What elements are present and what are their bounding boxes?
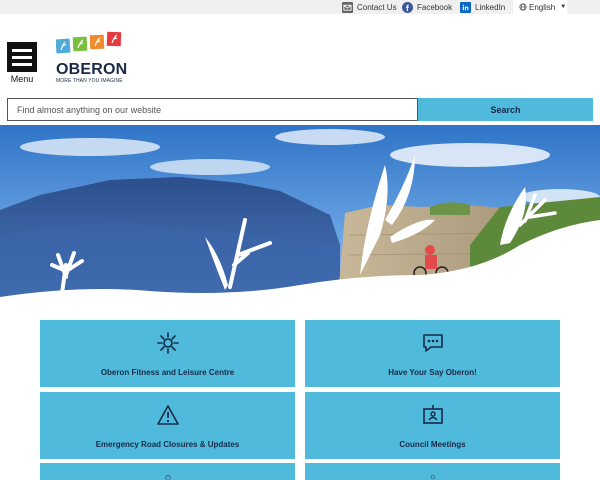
- tile-road-closures[interactable]: Emergency Road Closures & Updates: [40, 392, 295, 459]
- contact-us-label: Contact Us: [357, 2, 397, 12]
- warning-triangle-icon: [156, 405, 179, 425]
- search-button[interactable]: Search: [418, 98, 593, 121]
- circle-icon: [430, 474, 435, 480]
- logo-name: OBERON: [56, 61, 128, 78]
- envelope-icon: [342, 1, 353, 13]
- chevron-down-icon: ▼: [560, 4, 567, 10]
- linkedin-icon: [460, 1, 471, 13]
- tile-fitness-centre[interactable]: Oberon Fitness and Leisure Centre: [40, 320, 295, 387]
- utility-bar: [0, 0, 600, 14]
- tile-council-meetings[interactable]: Council Meetings: [305, 392, 560, 459]
- speech-bubble-icon: [422, 334, 443, 352]
- meeting-presenter-icon: [422, 405, 443, 424]
- tile-partial-left[interactable]: [40, 463, 295, 480]
- menu-button[interactable]: Menu: [7, 42, 37, 84]
- hero-landscape-image: [0, 125, 600, 310]
- tile-label: Oberon Fitness and Leisure Centre: [100, 368, 235, 377]
- language-selector[interactable]: English ▼: [513, 0, 567, 14]
- tile-have-your-say[interactable]: Have Your Say Oberon!: [305, 320, 560, 387]
- tile-label: Have Your Say Oberon!: [388, 368, 477, 377]
- tile-partial-right[interactable]: [305, 463, 560, 480]
- facebook-icon: [402, 1, 413, 13]
- linkedin-label: LinkedIn: [475, 2, 506, 12]
- hero-banner: [0, 125, 600, 310]
- facebook-link[interactable]: Facebook: [402, 1, 452, 13]
- fitness-sun-icon: [156, 332, 179, 354]
- briefcase-icon: [165, 475, 170, 480]
- logo-mark-icon: [56, 31, 122, 54]
- tile-label: Emergency Road Closures & Updates: [95, 440, 240, 449]
- linkedin-link[interactable]: LinkedIn: [460, 1, 505, 13]
- globe-icon: [519, 3, 527, 11]
- search-input[interactable]: [7, 98, 418, 121]
- tile-label: Council Meetings: [399, 440, 466, 449]
- facebook-label: Facebook: [417, 2, 453, 12]
- hamburger-icon: [7, 42, 37, 72]
- language-label: English: [529, 2, 556, 12]
- contact-us-link[interactable]: Contact Us: [342, 1, 397, 13]
- logo-tagline: MORE THAN YOU IMAGINE: [56, 78, 123, 84]
- site-logo[interactable]: OBERON MORE THAN YOU IMAGINE: [56, 31, 128, 87]
- menu-label: Menu: [10, 74, 34, 84]
